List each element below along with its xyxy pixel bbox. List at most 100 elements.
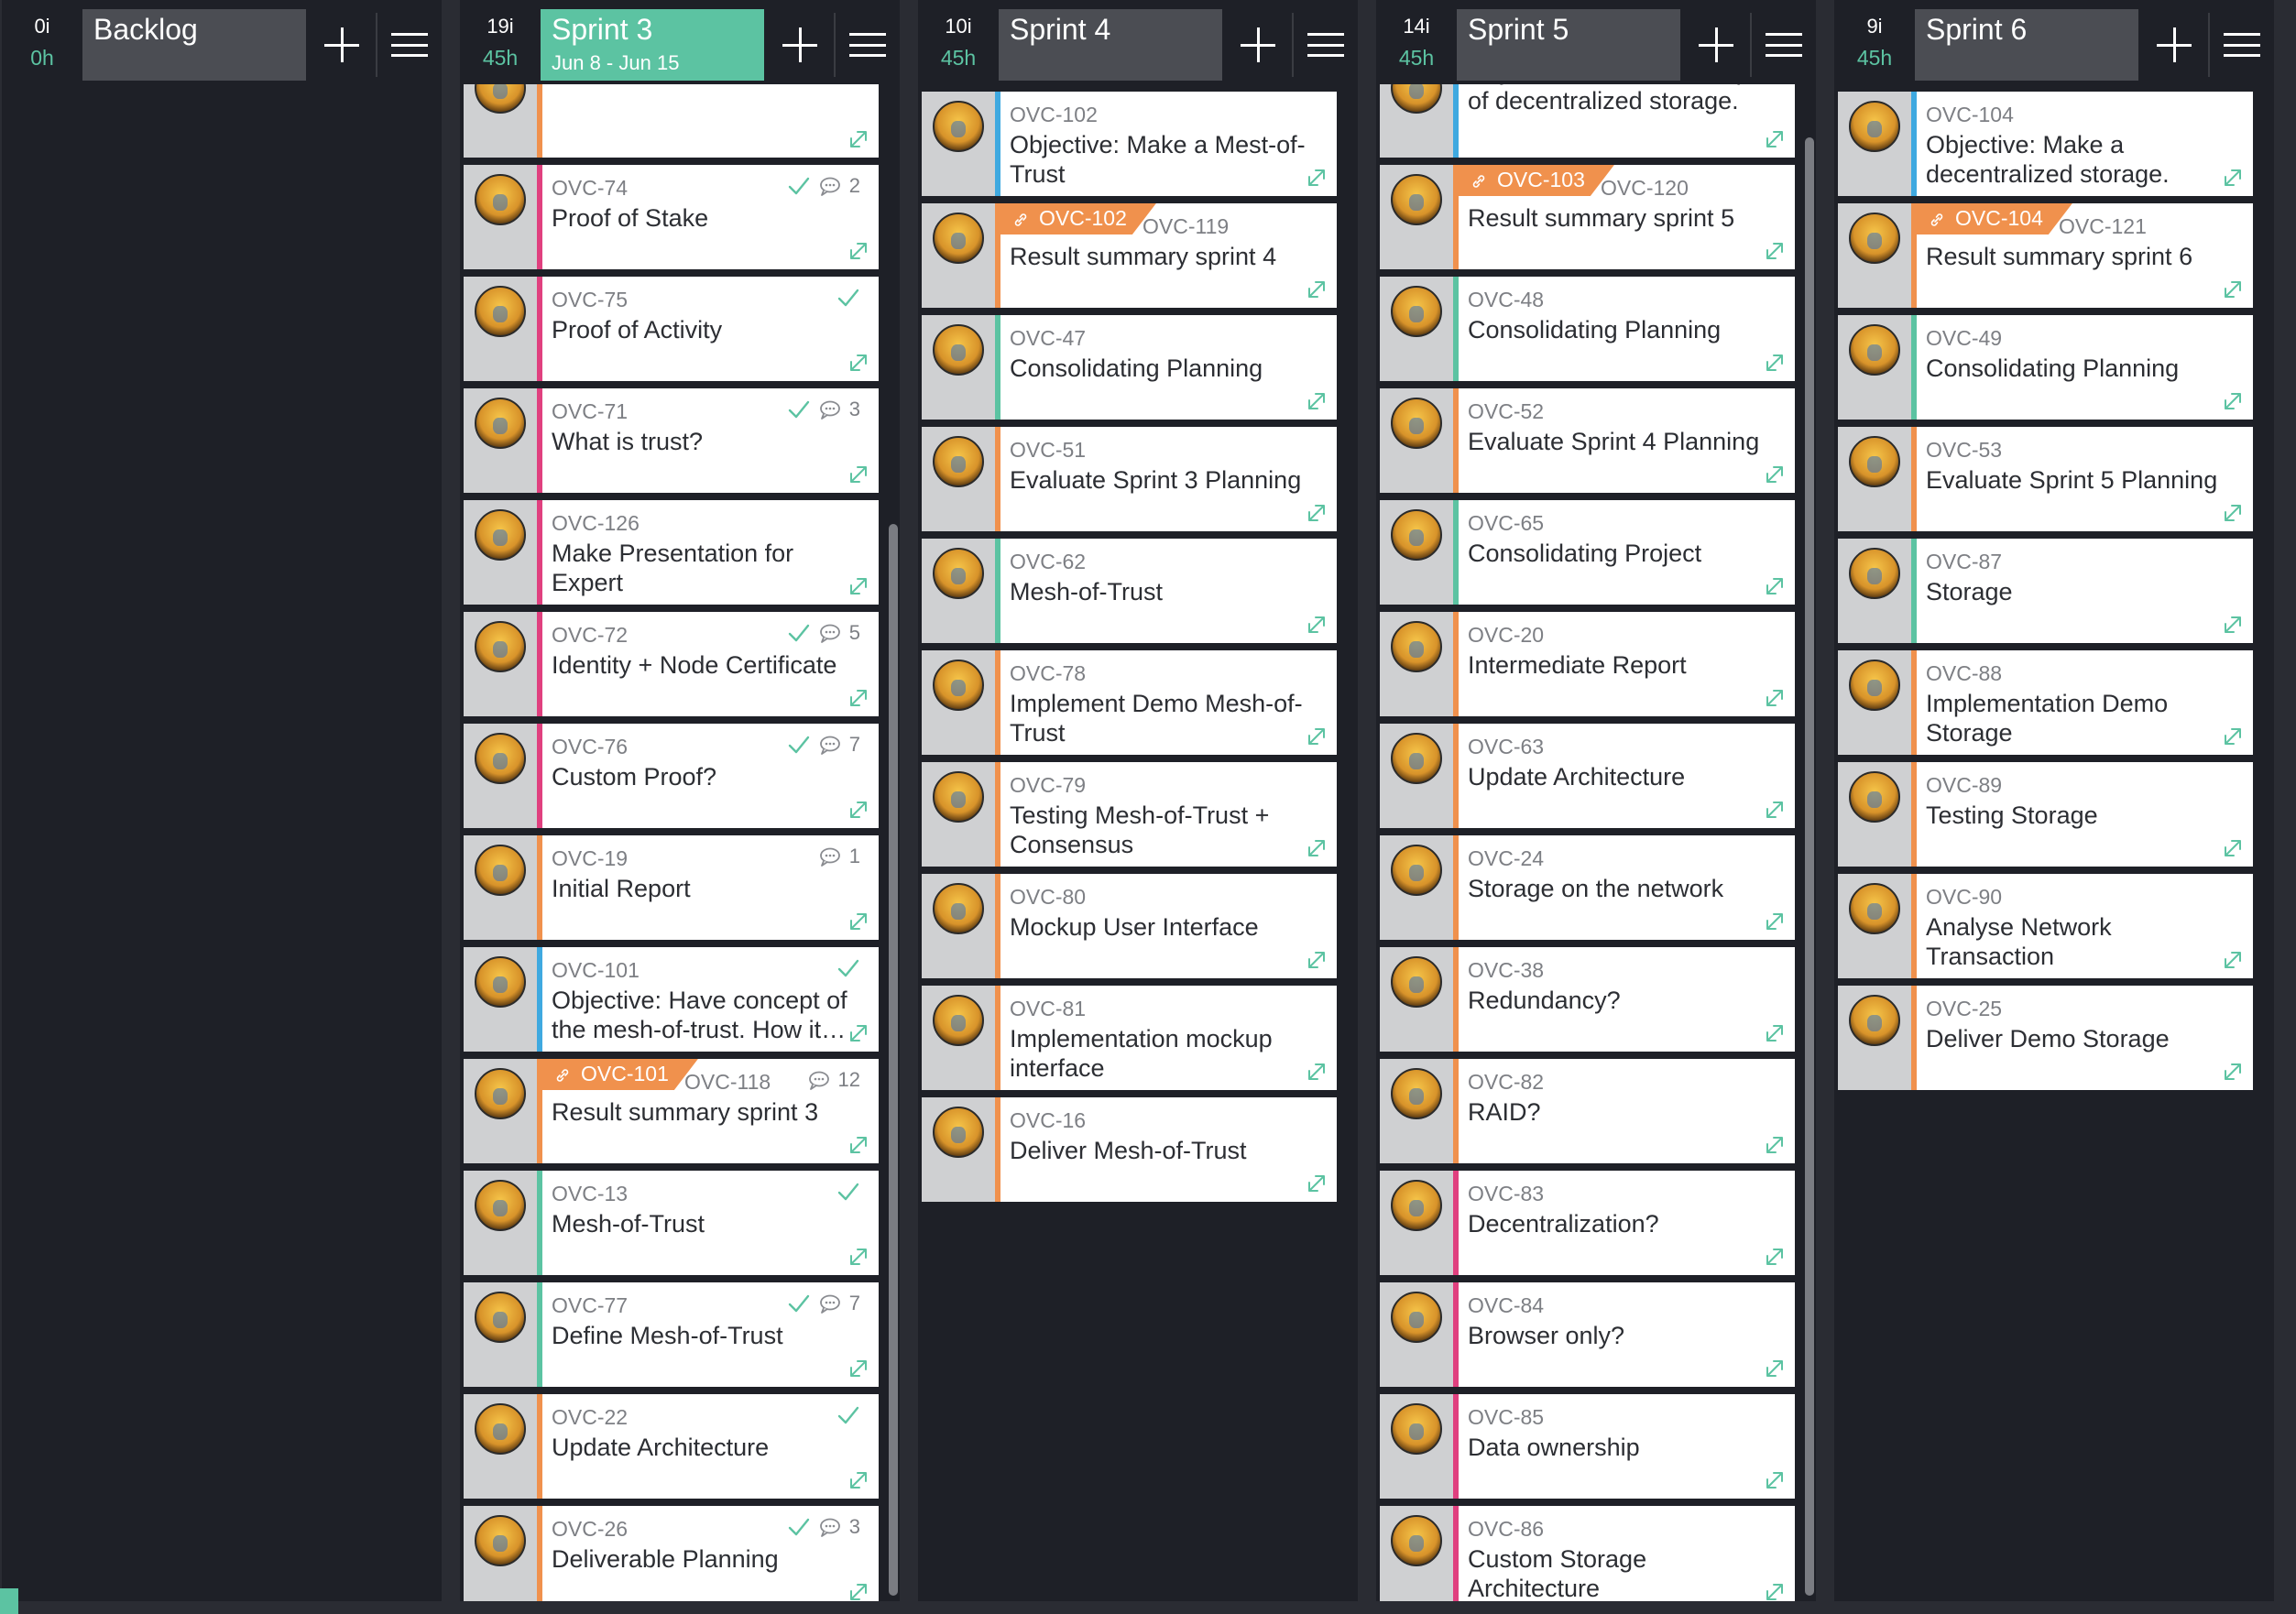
expand-icon[interactable] xyxy=(846,1467,871,1493)
issue-card[interactable]: OVC-102 Objective: Make a Mest-of-Trust xyxy=(922,92,1337,196)
expand-icon[interactable] xyxy=(1762,462,1788,487)
issue-card[interactable]: OVC-86 Custom Storage Architecture xyxy=(1380,1506,1795,1601)
expand-icon[interactable] xyxy=(1304,165,1329,191)
issue-card[interactable]: OVC-77 Define Mesh-of-Trust 7 xyxy=(464,1282,879,1387)
expand-icon[interactable] xyxy=(1304,835,1329,861)
expand-icon[interactable] xyxy=(1762,126,1788,152)
expand-icon[interactable] xyxy=(846,1579,871,1601)
vertical-scrollbar[interactable] xyxy=(889,524,898,1596)
issue-card[interactable]: OVC-49 Consolidating Planning xyxy=(1838,315,2253,420)
issue-card[interactable]: OVC-20 Intermediate Report xyxy=(1380,612,1795,716)
expand-icon[interactable] xyxy=(2220,165,2246,191)
column-title-box[interactable]: Sprint 3 Jun 8 - Jun 15 xyxy=(541,9,764,81)
expand-icon[interactable] xyxy=(2220,1059,2246,1085)
column-title-box[interactable]: Sprint 5 xyxy=(1457,9,1680,81)
issue-card[interactable]: OVC-62 Mesh-of-Trust xyxy=(922,539,1337,643)
expand-icon[interactable] xyxy=(1762,685,1788,711)
issue-card[interactable]: OVC-25 Deliver Demo Storage xyxy=(1838,986,2253,1090)
expand-icon[interactable] xyxy=(1304,1171,1329,1196)
expand-icon[interactable] xyxy=(1762,1356,1788,1381)
issue-card[interactable]: OVC-16 Deliver Mesh-of-Trust xyxy=(922,1097,1337,1202)
column-menu-button[interactable] xyxy=(1752,9,1816,81)
expand-icon[interactable] xyxy=(2220,500,2246,526)
expand-icon[interactable] xyxy=(846,1356,871,1381)
expand-icon[interactable] xyxy=(846,126,871,152)
expand-icon[interactable] xyxy=(1762,1467,1788,1493)
column-menu-button[interactable] xyxy=(2210,9,2274,81)
issue-card[interactable]: OVC-52 Evaluate Sprint 4 Planning xyxy=(1380,388,1795,493)
issue-card[interactable]: Network bonus xyxy=(464,84,879,158)
expand-icon[interactable] xyxy=(1762,350,1788,376)
expand-icon[interactable] xyxy=(1762,909,1788,934)
issue-card[interactable]: OVC-74 Proof of Stake 2 xyxy=(464,165,879,269)
expand-icon[interactable] xyxy=(1762,573,1788,599)
add-issue-button[interactable] xyxy=(1226,9,1290,81)
issue-card[interactable]: OVC-101 Objective: Have concept of the me… xyxy=(464,947,879,1052)
issue-card[interactable]: OVC-51 Evaluate Sprint 3 Planning xyxy=(922,427,1337,531)
parent-issue-flag[interactable]: OVC-102 xyxy=(1000,203,1156,234)
column-title-box[interactable]: Backlog xyxy=(82,9,306,81)
expand-icon[interactable] xyxy=(1762,797,1788,823)
issue-card[interactable]: OVC-104 Objective: Make a decentralized s… xyxy=(1838,92,2253,196)
expand-icon[interactable] xyxy=(1304,500,1329,526)
add-issue-button[interactable] xyxy=(1684,9,1748,81)
expand-icon[interactable] xyxy=(1762,1244,1788,1270)
issue-card[interactable]: OVC-13 Mesh-of-Trust xyxy=(464,1171,879,1275)
expand-icon[interactable] xyxy=(846,1244,871,1270)
issue-card[interactable]: OVC-26 Deliverable Planning 3 xyxy=(464,1506,879,1601)
issue-card[interactable]: OVC-65 Consolidating Project xyxy=(1380,500,1795,605)
expand-icon[interactable] xyxy=(1762,238,1788,264)
expand-icon[interactable] xyxy=(1304,388,1329,414)
issue-card[interactable]: OVC-80 Mockup User Interface xyxy=(922,874,1337,978)
column-menu-button[interactable] xyxy=(1294,9,1358,81)
issue-card[interactable]: OVC-71 What is trust? 3 xyxy=(464,388,879,493)
expand-icon[interactable] xyxy=(1762,1132,1788,1158)
issue-card[interactable]: OVC-126 Make Presentation for Expert xyxy=(464,500,879,605)
expand-icon[interactable] xyxy=(2220,388,2246,414)
issue-card[interactable]: OVC-24 Storage on the network xyxy=(1380,835,1795,940)
vertical-scrollbar[interactable] xyxy=(1805,137,1814,1596)
expand-icon[interactable] xyxy=(1304,1059,1329,1085)
expand-icon[interactable] xyxy=(1762,1020,1788,1046)
expand-icon[interactable] xyxy=(1762,1579,1788,1601)
issue-card[interactable]: OVC-84 Browser only? xyxy=(1380,1282,1795,1387)
column-title-box[interactable]: Sprint 4 xyxy=(999,9,1222,81)
issue-card[interactable]: OVC-102 OVC-119 Result summary sprint 4 xyxy=(922,203,1337,308)
issue-card[interactable]: OVC-22 Update Architecture xyxy=(464,1394,879,1499)
expand-icon[interactable] xyxy=(846,1132,871,1158)
expand-icon[interactable] xyxy=(846,797,871,823)
issue-card[interactable]: OVC-78 Implement Demo Mesh-of-Trust xyxy=(922,650,1337,755)
expand-icon[interactable] xyxy=(1304,277,1329,302)
issue-card[interactable]: OVC-72 Identity + Node Certificate 5 xyxy=(464,612,879,716)
expand-icon[interactable] xyxy=(846,685,871,711)
issue-card[interactable]: OVC-87 Storage xyxy=(1838,539,2253,643)
issue-card[interactable]: OVC-53 Evaluate Sprint 5 Planning xyxy=(1838,427,2253,531)
issue-card[interactable]: OVC-85 Data ownership xyxy=(1380,1394,1795,1499)
expand-icon[interactable] xyxy=(2220,612,2246,638)
expand-icon[interactable] xyxy=(1304,947,1329,973)
expand-icon[interactable] xyxy=(2220,835,2246,861)
issue-card[interactable]: OVC-88 Implementation Demo Storage xyxy=(1838,650,2253,755)
issue-card[interactable]: OVC-76 Custom Proof? 7 xyxy=(464,724,879,828)
issue-card[interactable]: OVC-83 Decentralization? xyxy=(1380,1171,1795,1275)
expand-icon[interactable] xyxy=(846,350,871,376)
parent-issue-flag[interactable]: OVC-101 xyxy=(542,1059,698,1090)
column-menu-button[interactable] xyxy=(377,9,442,81)
issue-card[interactable]: OVC-104 OVC-121 Result summary sprint 6 xyxy=(1838,203,2253,308)
add-issue-button[interactable] xyxy=(310,9,374,81)
expand-icon[interactable] xyxy=(1304,724,1329,749)
issue-card[interactable]: OVC-82 RAID? xyxy=(1380,1059,1795,1163)
add-issue-button[interactable] xyxy=(768,9,832,81)
expand-icon[interactable] xyxy=(846,1020,871,1046)
expand-icon[interactable] xyxy=(846,909,871,934)
issue-card[interactable]: OVC-79 Testing Mesh-of-Trust + Consensus xyxy=(922,762,1337,867)
issue-card[interactable]: OVC-75 Proof of Activity xyxy=(464,277,879,381)
issue-card[interactable]: OVC-63 Update Architecture xyxy=(1380,724,1795,828)
parent-issue-flag[interactable]: OVC-103 xyxy=(1459,165,1614,196)
issue-card[interactable]: OVC-101 OVC-118 Result summary sprint 3 12 xyxy=(464,1059,879,1163)
expand-icon[interactable] xyxy=(846,238,871,264)
issue-card[interactable]: OVC-19 Initial Report 1 xyxy=(464,835,879,940)
issue-card[interactable]: OVC-90 Analyse Network Transaction xyxy=(1838,874,2253,978)
issue-card[interactable]: OVC-38 Redundancy? xyxy=(1380,947,1795,1052)
bottom-resize-handle[interactable] xyxy=(0,1588,18,1614)
